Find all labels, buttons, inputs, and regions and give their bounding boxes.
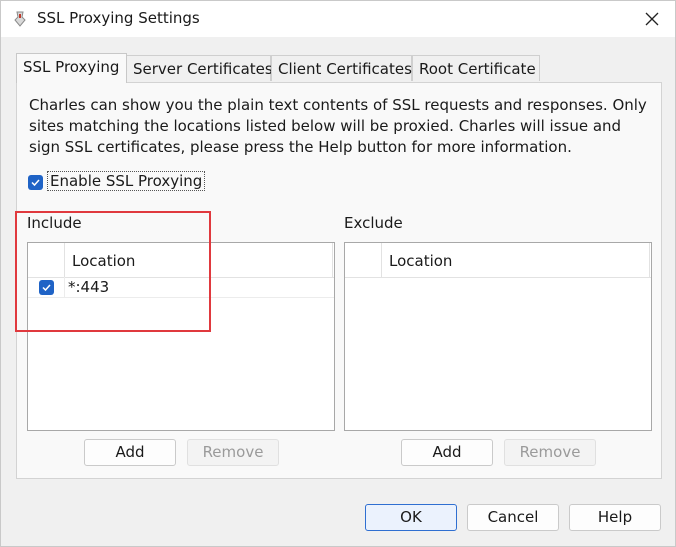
exclude-location-column-header[interactable]: Location — [389, 252, 452, 270]
ok-button[interactable]: OK — [365, 504, 457, 531]
exclude-remove-button[interactable]: Remove — [504, 439, 596, 466]
include-table[interactable]: Location *:443 — [27, 242, 335, 431]
close-button[interactable] — [635, 4, 669, 34]
table-row[interactable]: *:443 — [28, 277, 334, 298]
include-row-location: *:443 — [68, 278, 110, 296]
exclude-table[interactable]: Location — [344, 242, 652, 431]
cancel-button[interactable]: Cancel — [467, 504, 559, 531]
help-button[interactable]: Help — [569, 504, 661, 531]
tab-root-certificate[interactable]: Root Certificate — [412, 55, 540, 81]
column-divider — [64, 243, 65, 277]
include-table-header: Location — [28, 243, 334, 278]
window-title: SSL Proxying Settings — [37, 9, 200, 27]
include-location-column-header[interactable]: Location — [72, 252, 135, 270]
close-icon — [645, 12, 659, 26]
ssl-proxying-panel: Charles can show you the plain text cont… — [16, 82, 662, 479]
column-divider — [64, 277, 65, 297]
enable-ssl-proxying-label[interactable]: Enable SSL Proxying — [47, 171, 206, 191]
include-add-button[interactable]: Add — [84, 439, 176, 466]
exclude-add-button[interactable]: Add — [401, 439, 493, 466]
include-row-checkbox[interactable] — [39, 280, 54, 295]
enable-ssl-proxying-checkbox[interactable] — [28, 175, 43, 190]
include-label: Include — [27, 214, 82, 232]
exclude-table-header: Location — [345, 243, 651, 278]
tab-ssl-proxying[interactable]: SSL Proxying — [16, 53, 127, 83]
tab-client-certificates[interactable]: Client Certificates — [271, 55, 412, 81]
checkmark-icon — [42, 284, 51, 292]
tab-server-certificates[interactable]: Server Certificates — [126, 55, 273, 81]
charles-app-icon — [13, 11, 27, 27]
description-text: Charles can show you the plain text cont… — [29, 96, 647, 156]
include-remove-button[interactable]: Remove — [187, 439, 279, 466]
column-divider — [332, 243, 333, 277]
title-bar: SSL Proxying Settings — [1, 1, 675, 37]
column-divider — [381, 243, 382, 277]
exclude-label: Exclude — [344, 214, 403, 232]
column-divider — [649, 243, 650, 277]
checkmark-icon — [31, 179, 40, 187]
ssl-proxying-settings-dialog: SSL Proxying Settings SSL Proxying Serve… — [0, 0, 676, 547]
